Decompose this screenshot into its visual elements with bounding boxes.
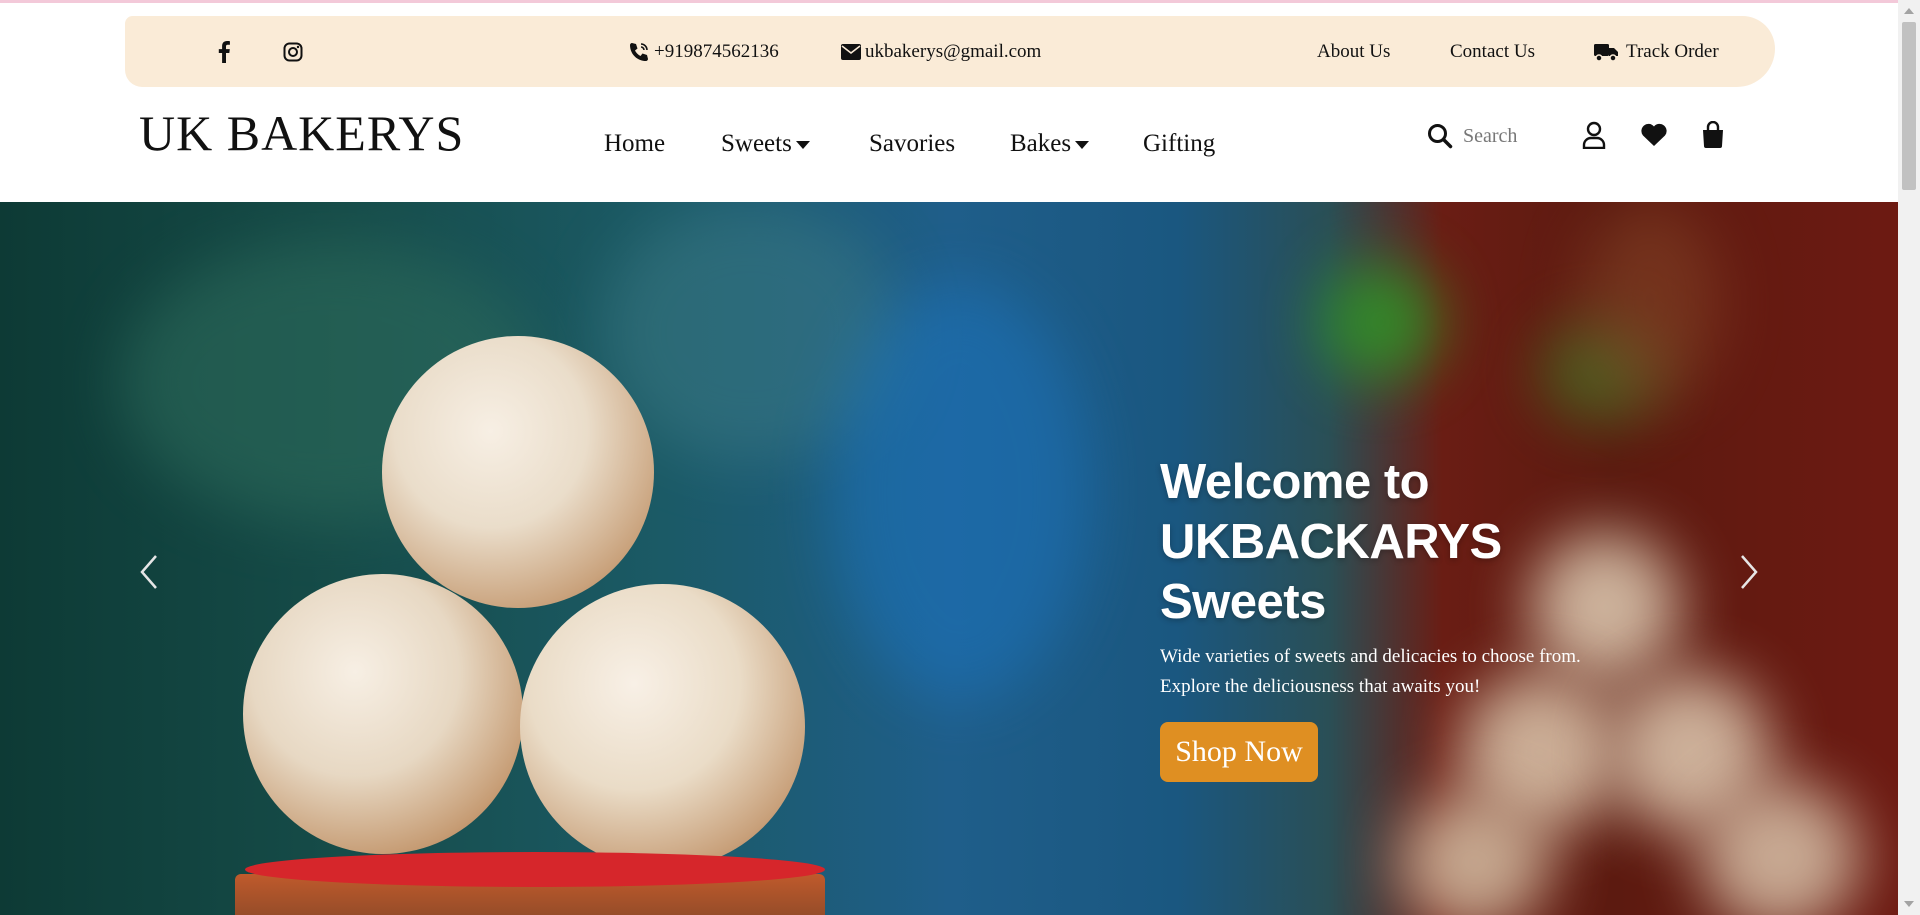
hero-title: Welcome to UKBACKARYS Sweets bbox=[1160, 452, 1580, 632]
nav-savories[interactable]: Savories bbox=[869, 124, 955, 164]
carousel-prev-button[interactable] bbox=[134, 552, 164, 592]
main-nav: Home Sweets Savories Bakes Gifting bbox=[0, 124, 1898, 164]
contact-us-link[interactable]: Contact Us bbox=[1450, 16, 1535, 87]
hero-title-line: Welcome to bbox=[1160, 455, 1430, 509]
scroll-down-icon[interactable] bbox=[1904, 901, 1914, 907]
email-address: ukbakerys@gmail.com bbox=[865, 40, 1042, 62]
scrollbar-thumb[interactable] bbox=[1902, 22, 1916, 190]
hero-subtitle-line: Wide varieties of sweets and delicacies … bbox=[1160, 646, 1581, 667]
page-scrollbar[interactable] bbox=[1898, 0, 1920, 915]
caret-down-icon bbox=[795, 141, 810, 149]
nav-home[interactable]: Home bbox=[604, 124, 665, 164]
nav-bakes-label: Bakes bbox=[1010, 130, 1072, 157]
about-us-label: About Us bbox=[1317, 40, 1391, 62]
contact-us-label: Contact Us bbox=[1450, 40, 1535, 62]
instagram-icon bbox=[283, 42, 303, 62]
user-icon[interactable] bbox=[1579, 120, 1609, 150]
about-us-link[interactable]: About Us bbox=[1317, 16, 1390, 87]
phone-number: +919874562136 bbox=[654, 40, 779, 62]
chevron-left-icon bbox=[134, 552, 164, 592]
search-icon[interactable] bbox=[1427, 123, 1453, 149]
search-input[interactable] bbox=[1461, 123, 1555, 149]
email-contact[interactable]: ukbakerys@gmail.com bbox=[841, 16, 1041, 87]
envelope-icon bbox=[841, 43, 861, 60]
nav-bakes[interactable]: Bakes bbox=[1010, 124, 1090, 164]
nav-gifting-label: Gifting bbox=[1143, 130, 1216, 157]
instagram-link[interactable] bbox=[283, 16, 303, 87]
nav-home-label: Home bbox=[604, 130, 666, 157]
nav-savories-label: Savories bbox=[869, 130, 956, 157]
facebook-icon bbox=[217, 40, 231, 63]
nav-sweets[interactable]: Sweets bbox=[721, 124, 810, 164]
heart-icon[interactable] bbox=[1639, 120, 1669, 150]
nav-gifting[interactable]: Gifting bbox=[1143, 124, 1215, 164]
carousel-next-button[interactable] bbox=[1734, 552, 1764, 592]
scroll-up-icon[interactable] bbox=[1904, 8, 1914, 14]
shop-now-button[interactable]: Shop Now bbox=[1160, 722, 1318, 782]
hero-title-line: Sweets bbox=[1160, 575, 1326, 629]
facebook-link[interactable] bbox=[217, 16, 231, 87]
bag-icon[interactable] bbox=[1698, 120, 1728, 150]
track-order-label: Track Order bbox=[1626, 40, 1719, 62]
chevron-right-icon bbox=[1734, 552, 1764, 592]
hero-carousel: Welcome to UKBACKARYS Sweets Wide variet… bbox=[0, 202, 1898, 915]
phone-icon bbox=[628, 41, 650, 63]
track-order-link[interactable]: Track Order bbox=[1594, 16, 1719, 87]
hero-subtitle: Wide varieties of sweets and delicacies … bbox=[1160, 642, 1680, 702]
caret-down-icon bbox=[1075, 141, 1090, 149]
truck-icon bbox=[1594, 42, 1620, 62]
nav-sweets-label: Sweets bbox=[721, 130, 792, 157]
phone-contact[interactable]: +919874562136 bbox=[628, 16, 779, 87]
top-info-bar: +919874562136 ukbakerys@gmail.com About … bbox=[125, 16, 1775, 87]
hero-subtitle-line: Explore the deliciousness that awaits yo… bbox=[1160, 676, 1481, 697]
hero-title-line: UKBACKARYS bbox=[1160, 515, 1502, 569]
search-box[interactable] bbox=[1427, 118, 1555, 154]
page: +919874562136 ukbakerys@gmail.com About … bbox=[0, 0, 1898, 915]
